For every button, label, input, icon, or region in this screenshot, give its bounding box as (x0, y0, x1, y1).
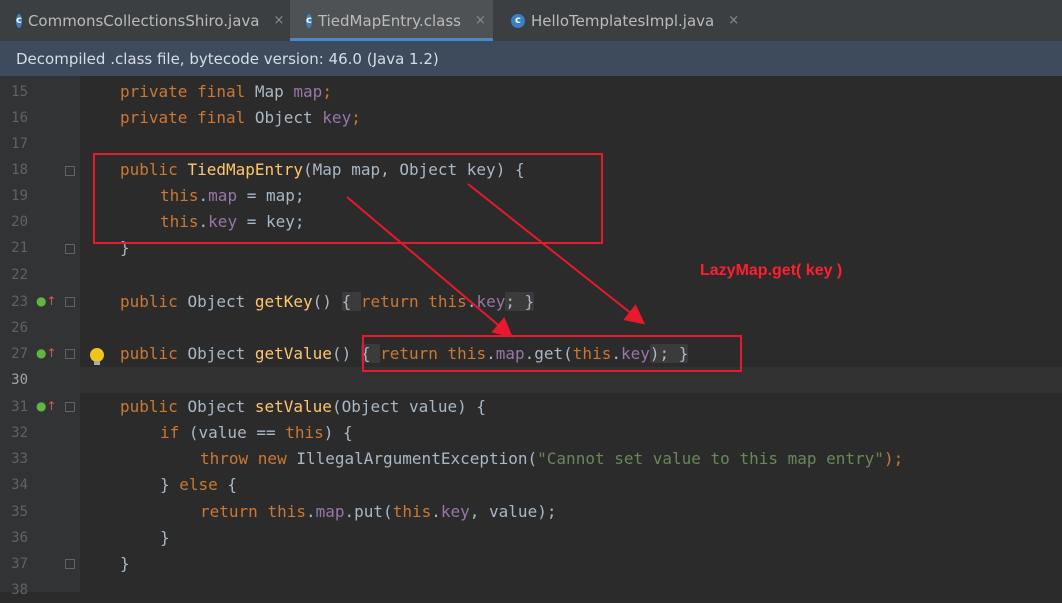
lazymap-annotation: LazyMap.get( key ) (700, 262, 843, 279)
tab-label: HelloTemplatesImpl.java (531, 11, 715, 30)
line-number: 31 (11, 399, 28, 415)
implements-method-icon[interactable]: ●↑ (36, 294, 57, 308)
constructor-highlight-box (93, 153, 603, 244)
line-number: 18 (11, 162, 28, 178)
implements-method-icon[interactable]: ●↑ (36, 346, 57, 360)
banner-text: Decompiled .class file, bytecode version… (16, 49, 439, 68)
line-number: 30 (11, 372, 28, 388)
class-icon: c (16, 13, 22, 28)
tab-tied-map-entry[interactable]: c TiedMapEntry.class × (290, 0, 493, 41)
line-number: 33 (11, 451, 28, 467)
code-line-32[interactable]: if (value == this) { (160, 420, 353, 446)
class-icon: c (511, 13, 525, 28)
close-icon[interactable]: × (273, 13, 284, 28)
line-number: 23 (11, 294, 28, 310)
editor-tab-bar: c CommonsCollectionsShiro.java × c TiedM… (0, 0, 1062, 41)
line-number: 35 (11, 504, 28, 520)
code-line-36[interactable]: } (160, 525, 170, 551)
fold-icon[interactable] (65, 244, 75, 254)
close-icon[interactable]: × (728, 13, 739, 28)
code-line-16[interactable]: private final Object key; (120, 105, 361, 131)
intention-bulb-icon[interactable] (90, 348, 104, 365)
code-line-15[interactable]: private final Map map; (120, 79, 332, 105)
tab-label: TiedMapEntry.class (317, 11, 461, 30)
line-number: 26 (11, 320, 28, 336)
fold-icon[interactable] (65, 402, 75, 412)
line-number: 32 (11, 425, 28, 441)
line-number: 38 (11, 582, 28, 598)
code-line-35[interactable]: return this.map.put(this.key, value); (200, 499, 556, 525)
fold-icon[interactable] (65, 166, 75, 176)
implements-method-icon[interactable]: ●↑ (36, 399, 57, 413)
line-number: 15 (11, 84, 28, 100)
code-line-34[interactable]: } else { (160, 472, 237, 498)
code-line-33[interactable]: throw new IllegalArgumentException("Cann… (200, 446, 903, 472)
tab-label: CommonsCollectionsShiro.java (27, 11, 260, 30)
line-number: 21 (11, 240, 28, 256)
line-number: 19 (11, 188, 28, 204)
line-number: 27 (11, 346, 28, 362)
code-line-23[interactable]: public Object getKey() { return this.key… (120, 289, 535, 315)
line-number: 16 (11, 110, 28, 126)
fold-icon[interactable] (65, 349, 75, 359)
decompiled-banner: Decompiled .class file, bytecode version… (0, 41, 1062, 76)
getvalue-highlight-box (362, 335, 742, 372)
code-line-31[interactable]: public Object setValue(Object value) { (120, 394, 486, 420)
fold-icon[interactable] (65, 559, 75, 569)
code-line-37[interactable]: } (120, 551, 130, 577)
tab-commons-collections-shiro[interactable]: c CommonsCollectionsShiro.java × (0, 0, 288, 41)
line-number: 36 (11, 530, 28, 546)
line-number: 34 (11, 477, 28, 493)
tab-hello-templates-impl[interactable]: c HelloTemplatesImpl.java × (495, 0, 765, 41)
close-icon[interactable]: × (475, 13, 486, 28)
line-number: 22 (11, 267, 28, 283)
class-icon: c (306, 13, 312, 28)
line-number: 37 (11, 556, 28, 572)
line-number: 20 (11, 214, 28, 230)
line-number: 17 (11, 136, 28, 152)
fold-icon[interactable] (65, 297, 75, 307)
